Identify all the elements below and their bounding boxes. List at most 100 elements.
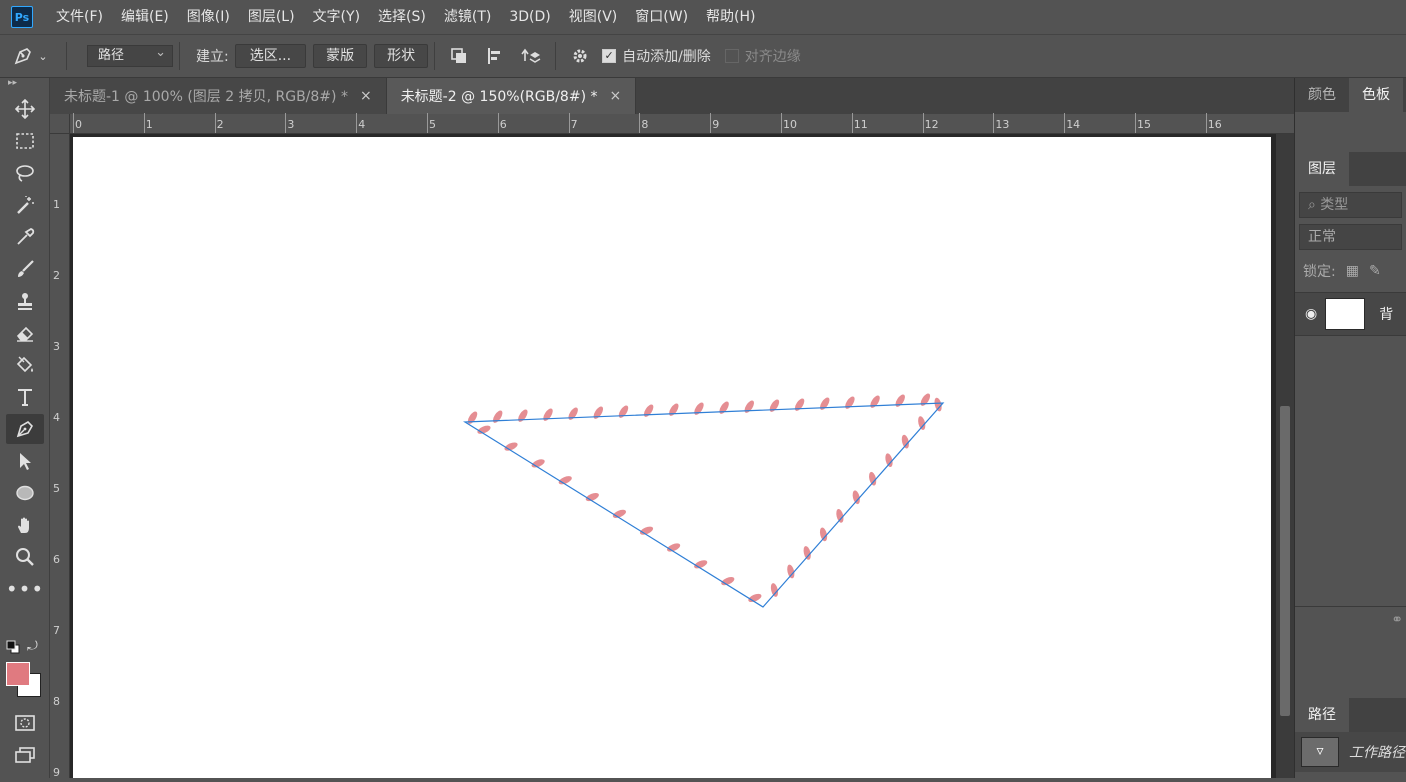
scrollbar-thumb[interactable]	[1280, 406, 1290, 716]
make-shape-button[interactable]: 形状	[374, 44, 429, 68]
menu-item[interactable]: 帮助(H)	[697, 0, 764, 34]
pen-icon	[15, 48, 32, 65]
move-icon	[15, 99, 35, 119]
lock-image-icon[interactable]: ✎	[1369, 263, 1381, 279]
screen-mode-icon	[15, 747, 35, 763]
make-selection-button[interactable]: 选区...	[234, 44, 307, 68]
pen-tool[interactable]	[6, 414, 44, 444]
hand-tool[interactable]	[6, 510, 44, 540]
brush-stroke-mark	[744, 400, 754, 413]
settings-button[interactable]	[562, 41, 598, 71]
menu-item[interactable]: 滤镜(T)	[435, 0, 500, 34]
tab-document-2[interactable]: 未标题-2 @ 150%(RGB/8#) * ×	[386, 78, 637, 114]
work-path-outline[interactable]	[463, 402, 945, 608]
ellipse-icon	[16, 485, 34, 501]
brush-tool[interactable]	[6, 254, 44, 284]
ruler-tick-label: 16	[1207, 118, 1222, 131]
canvas[interactable]	[73, 137, 1271, 778]
menu-item[interactable]: 3D(D)	[500, 0, 559, 34]
foreground-color-swatch[interactable]	[6, 662, 30, 686]
tab-title: 未标题-2 @ 150%(RGB/8#) *	[400, 89, 598, 105]
tab-color[interactable]: 颜色	[1295, 78, 1349, 112]
paint-bucket-tool[interactable]	[6, 350, 44, 380]
tab-paths[interactable]: 路径	[1295, 698, 1349, 732]
magnifier-icon	[16, 548, 34, 566]
brush-stroke-mark	[518, 409, 528, 422]
brush-stroke-mark	[618, 405, 629, 418]
document-workspace[interactable]	[70, 134, 1276, 778]
ellipse-tool[interactable]	[6, 478, 44, 508]
ruler-tick	[1064, 113, 1066, 133]
tab-swatches[interactable]: 色板	[1349, 78, 1403, 112]
link-icon[interactable]: ⚭	[1391, 612, 1403, 628]
document-tabs: 未标题-1 @ 100% (图层 2 拷贝, RGB/8#) * × 未标题-2…	[50, 78, 1294, 114]
quick-mask-button[interactable]	[6, 708, 44, 738]
align-edges-label: 对齐边缘	[744, 49, 801, 65]
eye-icon[interactable]: ◉	[1305, 306, 1317, 322]
eyedropper-icon	[17, 228, 35, 245]
vertical-scrollbar[interactable]	[1276, 134, 1294, 778]
menu-item[interactable]: 图层(L)	[239, 0, 304, 34]
path-arrangement-button[interactable]	[513, 41, 549, 71]
move-tool[interactable]	[6, 94, 44, 124]
menu-item[interactable]: 文件(F)	[47, 0, 112, 34]
ruler-tick	[993, 113, 995, 133]
ruler-tick-label: 8	[53, 695, 60, 708]
brush-stroke-mark	[467, 411, 478, 424]
photoshop-logo[interactable]: Ps	[11, 6, 33, 28]
align-edges-checkbox[interactable]	[724, 49, 739, 63]
blend-mode-select[interactable]: 正常	[1299, 224, 1402, 250]
ruler-tick	[922, 113, 924, 133]
ruler-tick	[356, 113, 358, 133]
path-selection-tool[interactable]	[6, 446, 44, 476]
screen-mode-button[interactable]	[6, 740, 44, 770]
ruler-tick-label: 7	[570, 118, 578, 131]
ruler-origin[interactable]	[50, 114, 70, 134]
layer-kind-filter[interactable]: ⌕ 类型	[1299, 192, 1402, 218]
menu-item[interactable]: 视图(V)	[560, 0, 627, 34]
lasso-icon	[16, 165, 34, 182]
default-colors-icon[interactable]	[6, 640, 20, 658]
path-operations-button[interactable]	[441, 41, 477, 71]
tab-layers[interactable]: 图层	[1295, 152, 1349, 186]
type-tool[interactable]	[6, 382, 44, 412]
path-alignment-button[interactable]	[477, 41, 513, 71]
ruler-tick	[568, 113, 570, 133]
tool-mode-select[interactable]: 路径	[87, 43, 173, 67]
magic-wand-tool[interactable]	[6, 190, 44, 220]
path-row-work-path[interactable]: ▿ 工作路径	[1295, 732, 1406, 772]
clone-stamp-tool[interactable]	[6, 286, 44, 316]
chevron-down-icon: ⌄	[38, 49, 48, 63]
lasso-tool[interactable]	[6, 158, 44, 188]
close-icon[interactable]: ×	[609, 88, 621, 104]
eyedropper-tool[interactable]	[6, 222, 44, 252]
swap-colors-icon[interactable]: ⤾	[27, 639, 38, 654]
lock-transparent-icon[interactable]: ▦	[1346, 263, 1359, 279]
more-icon: •••	[5, 577, 45, 601]
menu-item[interactable]: 文字(Y)	[304, 0, 369, 34]
eraser-tool[interactable]	[6, 318, 44, 348]
kind-label: 类型	[1320, 197, 1349, 213]
edit-toolbar-button[interactable]: •••	[6, 574, 44, 604]
menu-item[interactable]: 选择(S)	[369, 0, 435, 34]
vertical-ruler[interactable]: 1 2 3 4 5 6 7 8 9	[50, 134, 70, 779]
tool-preset-picker[interactable]: ⌄	[0, 34, 60, 78]
marquee-tool[interactable]	[6, 126, 44, 156]
auto-add-delete-checkbox[interactable]: ✓	[602, 49, 617, 63]
ruler-tick-label: 5	[429, 118, 436, 131]
menu-item[interactable]: 编辑(E)	[112, 0, 178, 34]
make-mask-button[interactable]: 蒙版	[313, 44, 368, 68]
menu-item[interactable]: 窗口(W)	[626, 0, 697, 34]
menu-item[interactable]: 图像(I)	[178, 0, 239, 34]
tab-document-1[interactable]: 未标题-1 @ 100% (图层 2 拷贝, RGB/8#) * ×	[50, 78, 387, 114]
horizontal-ruler[interactable]: 0 1 2 3 4 5 6 7 8 9 10 11 12 13 14 15 16	[70, 113, 1294, 134]
close-icon[interactable]: ×	[360, 88, 372, 104]
zoom-tool[interactable]	[6, 542, 44, 572]
collapse-grip-icon[interactable]: ▸▸	[0, 78, 49, 92]
right-panel-dock: 颜色 色板 图层 ⌕ 类型 正常 锁定: ▦ ✎ ◉ 背 ⚭ 路径 ▿ 工作路径	[1294, 78, 1406, 778]
brush-stroke-mark	[568, 407, 578, 420]
divider	[555, 42, 557, 70]
arrange-layers-icon	[521, 48, 541, 63]
layer-row-background[interactable]: ◉ 背	[1295, 292, 1406, 336]
brush-stroke-mark	[719, 401, 729, 414]
